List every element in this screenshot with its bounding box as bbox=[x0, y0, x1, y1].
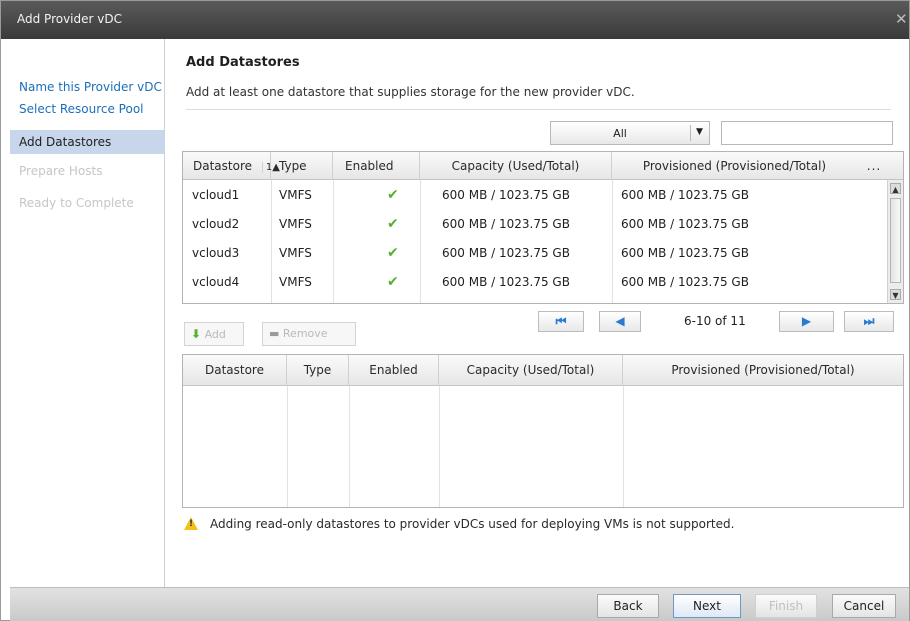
warning-text: Adding read-only datastores to provider … bbox=[210, 517, 735, 531]
column-divider bbox=[287, 386, 288, 507]
column-header-provisioned[interactable]: Provisioned (Provisioned/Total) bbox=[612, 152, 857, 180]
cell-capacity: 600 MB / 1023.75 GB bbox=[442, 188, 570, 202]
select-separator bbox=[690, 125, 691, 141]
cancel-button[interactable]: Cancel bbox=[832, 594, 896, 618]
nav-item-name-provider-vdc[interactable]: Name this Provider vDC bbox=[10, 75, 165, 99]
nav-item-prepare-hosts: Prepare Hosts bbox=[19, 164, 103, 178]
check-icon: ✔ bbox=[387, 245, 399, 261]
cell-provisioned: 600 MB / 1023.75 GB bbox=[621, 188, 749, 202]
table-row[interactable]: vcloud2 VMFS ✔ 600 MB / 1023.75 GB 600 M… bbox=[183, 210, 886, 239]
selected-datastores-table: Datastore Type Enabled Capacity (Used/To… bbox=[182, 354, 904, 508]
warning-message: ! Adding read-only datastores to provider… bbox=[184, 517, 734, 531]
column-header-type[interactable]: Type bbox=[271, 152, 333, 180]
nav-item-ready-to-complete: Ready to Complete bbox=[19, 196, 134, 210]
cell-datastore: vcloud3 bbox=[192, 246, 240, 260]
column-header-capacity[interactable]: Capacity (Used/Total) bbox=[420, 152, 612, 180]
table-scrollbar[interactable]: ▲ ▼ bbox=[887, 180, 903, 303]
table-row[interactable]: vcloud3 VMFS ✔ 600 MB / 1023.75 GB 600 M… bbox=[183, 239, 886, 268]
add-button-label: Add bbox=[204, 328, 226, 341]
table-header: Datastore Type Enabled Capacity (Used/To… bbox=[183, 355, 903, 386]
next-page-icon: ▶ bbox=[801, 314, 812, 328]
nav-item-select-resource-pool[interactable]: Select Resource Pool bbox=[10, 97, 165, 121]
cell-provisioned: 600 MB / 1023.75 GB bbox=[621, 275, 749, 289]
cell-provisioned: 600 MB / 1023.75 GB bbox=[621, 246, 749, 260]
available-datastores-table: Datastore 1▲ Type Enabled Capacity (Used… bbox=[182, 151, 904, 304]
close-icon[interactable]: ✕ bbox=[895, 10, 909, 28]
add-provider-vdc-dialog: Add Provider vDC ✕ Name this Provider vD… bbox=[0, 0, 910, 621]
scroll-up-icon[interactable]: ▲ bbox=[890, 183, 901, 194]
cell-capacity: 600 MB / 1023.75 GB bbox=[442, 217, 570, 231]
last-page-icon: ⏭ bbox=[863, 314, 875, 328]
add-button[interactable]: ⬇ Add bbox=[184, 322, 244, 346]
filter-selected-value: All bbox=[613, 127, 627, 140]
remove-button[interactable]: ▬ Remove bbox=[262, 322, 356, 346]
filter-select[interactable]: All ▼ bbox=[550, 121, 710, 145]
table-header: Datastore 1▲ Type Enabled Capacity (Used… bbox=[183, 152, 903, 180]
scroll-down-icon[interactable]: ▼ bbox=[890, 289, 901, 300]
finish-button: Finish bbox=[755, 594, 817, 618]
next-page-button[interactable]: ▶ bbox=[779, 311, 834, 332]
check-icon: ✔ bbox=[387, 187, 399, 203]
cell-type: VMFS bbox=[279, 275, 312, 289]
page-title: Add Datastores bbox=[186, 55, 300, 70]
search-input[interactable] bbox=[721, 121, 893, 145]
nav-item-add-datastores[interactable]: Add Datastores bbox=[10, 130, 165, 154]
first-page-icon: ⏮ bbox=[555, 314, 567, 328]
table-row[interactable]: vcloud1 VMFS ✔ 600 MB / 1023.75 GB 600 M… bbox=[183, 181, 886, 210]
scroll-thumb[interactable] bbox=[890, 198, 901, 283]
arrow-down-icon: ⬇ bbox=[191, 327, 202, 341]
divider bbox=[186, 109, 891, 110]
previous-page-icon: ◀ bbox=[615, 314, 625, 328]
previous-page-button[interactable]: ◀ bbox=[599, 311, 641, 332]
column-divider bbox=[349, 386, 350, 507]
check-icon: ✔ bbox=[387, 274, 399, 290]
column-header-enabled[interactable]: Enabled bbox=[333, 152, 420, 180]
cell-datastore: vcloud2 bbox=[192, 217, 240, 231]
column-header-enabled[interactable]: Enabled bbox=[349, 355, 439, 386]
cell-provisioned: 600 MB / 1023.75 GB bbox=[621, 217, 749, 231]
wizard-nav: Name this Provider vDC Select Resource P… bbox=[10, 39, 165, 587]
column-header-datastore[interactable]: Datastore 1▲ bbox=[183, 152, 280, 180]
table-row[interactable]: vcloud4 VMFS ✔ 600 MB / 1023.75 GB 600 M… bbox=[183, 268, 886, 297]
column-header-datastore[interactable]: Datastore bbox=[183, 355, 287, 386]
cell-type: VMFS bbox=[279, 246, 312, 260]
warning-icon: ! bbox=[184, 517, 198, 530]
cell-capacity: 600 MB / 1023.75 GB bbox=[442, 246, 570, 260]
column-header-type[interactable]: Type bbox=[287, 355, 349, 386]
remove-button-label: Remove bbox=[282, 327, 328, 340]
page-subtitle: Add at least one datastore that supplies… bbox=[186, 85, 635, 99]
cell-datastore: vcloud4 bbox=[192, 275, 240, 289]
dialog-title: Add Provider vDC bbox=[17, 12, 122, 26]
cell-type: VMFS bbox=[279, 188, 312, 202]
column-header-label: Datastore bbox=[193, 159, 253, 173]
first-page-button[interactable]: ⏮ bbox=[538, 311, 584, 332]
column-chooser-icon[interactable]: ... bbox=[859, 152, 889, 180]
check-icon: ✔ bbox=[387, 216, 399, 232]
title-bar: Add Provider vDC ✕ bbox=[1, 1, 909, 39]
column-divider bbox=[623, 386, 624, 507]
cell-type: VMFS bbox=[279, 217, 312, 231]
minus-icon: ▬ bbox=[269, 327, 280, 340]
column-divider bbox=[439, 386, 440, 507]
dialog-footer: Back Next Finish Cancel bbox=[10, 587, 909, 621]
column-header-provisioned[interactable]: Provisioned (Provisioned/Total) bbox=[623, 355, 903, 386]
cell-capacity: 600 MB / 1023.75 GB bbox=[442, 275, 570, 289]
next-button[interactable]: Next bbox=[673, 594, 741, 618]
last-page-button[interactable]: ⏭ bbox=[844, 311, 894, 332]
back-button[interactable]: Back bbox=[597, 594, 659, 618]
column-header-capacity[interactable]: Capacity (Used/Total) bbox=[439, 355, 623, 386]
chevron-down-icon: ▼ bbox=[696, 127, 703, 137]
cell-datastore: vcloud1 bbox=[192, 188, 240, 202]
page-info: 6-10 of 11 bbox=[684, 314, 746, 328]
